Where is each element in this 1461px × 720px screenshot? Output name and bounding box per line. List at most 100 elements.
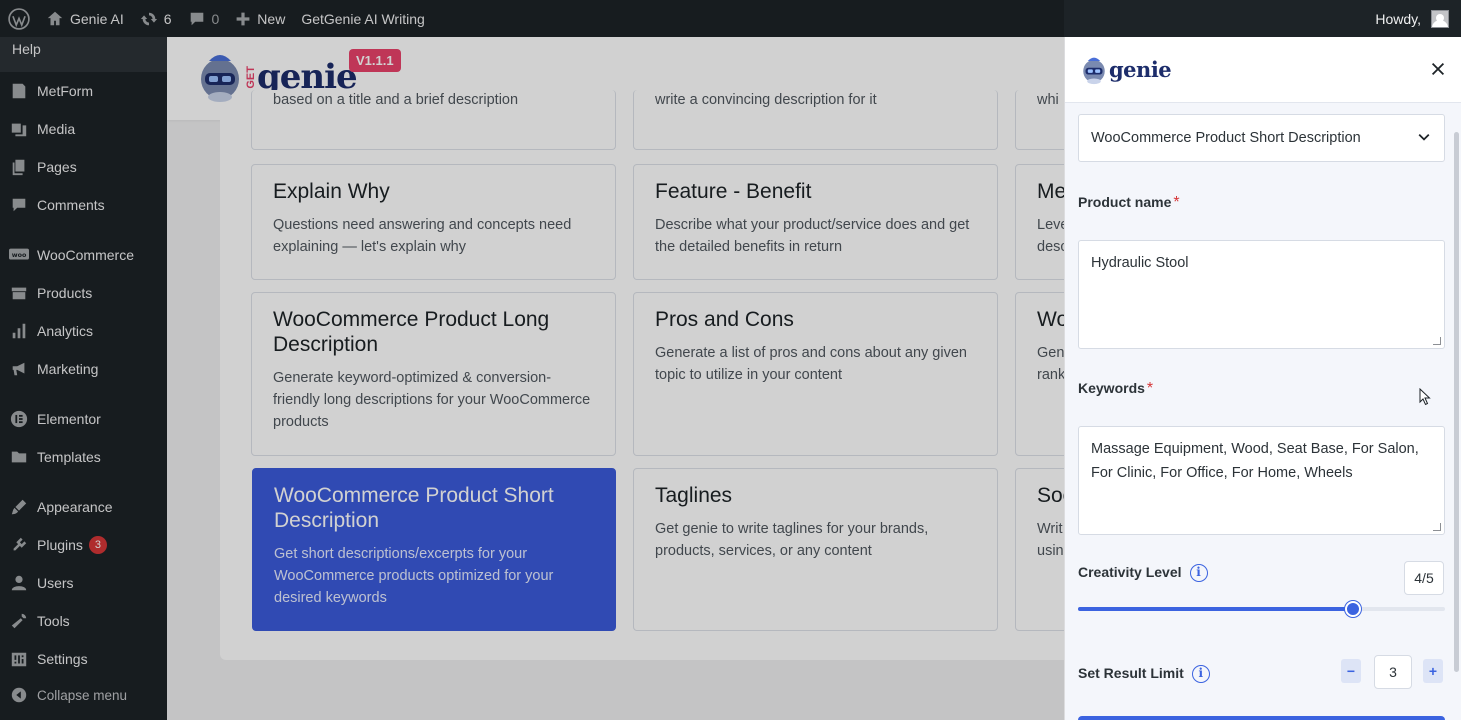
genie-mascot-icon xyxy=(201,55,239,102)
template-card-partial[interactable]: write a convincing description for it xyxy=(633,90,998,150)
wordpress-icon xyxy=(8,7,30,30)
field-label: Creativity Level xyxy=(1078,564,1182,581)
card-desc: Get genie to write taglines for your bra… xyxy=(655,521,929,559)
template-select-value: WooCommerce Product Short Description xyxy=(1091,130,1361,146)
sidebar-item-label: Media xyxy=(37,121,76,137)
panel-form: WooCommerce Product Short Description Pr… xyxy=(1065,103,1461,535)
sidebar-item-marketing[interactable]: Marketing xyxy=(0,352,167,386)
creativity-slider[interactable] xyxy=(1078,601,1445,617)
template-card-woo-short-description[interactable]: WooCommerce Product Short Description Ge… xyxy=(252,468,616,631)
field-label: Product name xyxy=(1078,194,1172,210)
card-desc: Leve desc xyxy=(1037,217,1069,255)
sidebar-item-media[interactable]: Media xyxy=(0,112,167,146)
sidebar-item-pages[interactable]: Pages xyxy=(0,150,167,184)
increment-button[interactable]: + xyxy=(1423,659,1443,683)
card-title: WooCommerce Product Short Description xyxy=(274,484,554,532)
sidebar-item-analytics[interactable]: Analytics xyxy=(0,314,167,348)
template-card-woo-long-description[interactable]: WooCommerce Product Long Description Gen… xyxy=(251,292,616,456)
decrement-button[interactable]: − xyxy=(1341,659,1361,683)
new-label: New xyxy=(257,10,286,27)
wordpress-logo-button[interactable] xyxy=(0,0,38,37)
template-card-taglines[interactable]: Taglines Get genie to write taglines for… xyxy=(633,468,998,631)
card-desc: Describe what your product/service does … xyxy=(655,217,970,255)
card-desc: Generate a list of pros and cons about a… xyxy=(655,345,967,383)
logo-prefix: GET xyxy=(245,65,257,89)
info-icon[interactable]: i xyxy=(1191,665,1210,683)
updates-link[interactable]: 6 xyxy=(132,0,180,37)
result-limit-input[interactable]: 3 xyxy=(1374,655,1412,689)
sidebar-item-users[interactable]: Users xyxy=(0,566,167,600)
resize-handle[interactable] xyxy=(1433,337,1441,345)
new-content-link[interactable]: New xyxy=(227,0,293,37)
template-select[interactable]: WooCommerce Product Short Description xyxy=(1078,114,1445,162)
comments-icon xyxy=(9,195,29,215)
sidebar-item-templates[interactable]: Templates xyxy=(0,440,167,474)
result-limit-label: Set Result Limit i xyxy=(1078,665,1210,683)
admin-sidebar: Help MetForm Media Pages Comments woo Wo… xyxy=(0,37,167,720)
resize-handle[interactable] xyxy=(1433,523,1441,531)
product-name-field[interactable]: Hydraulic Stool xyxy=(1078,240,1445,349)
required-mark: * xyxy=(1146,380,1154,397)
keywords-label: Keywords * xyxy=(1078,380,1444,398)
template-card-pros-cons[interactable]: Pros and Cons Generate a list of pros an… xyxy=(633,292,998,456)
card-title: WooCommerce Product Long Description xyxy=(273,308,550,356)
template-card-partial[interactable]: based on a title and a brief description xyxy=(251,90,616,150)
product-name-value: Hydraulic Stool xyxy=(1091,255,1189,271)
genie-writer-panel: genie WooCommerce Product Short Descript… xyxy=(1064,37,1461,720)
keywords-field[interactable]: Massage Equipment, Wood, Seat Base, For … xyxy=(1078,426,1445,535)
settings-icon xyxy=(9,649,29,669)
metform-icon xyxy=(9,81,29,101)
sidebar-item-elementor[interactable]: Elementor xyxy=(0,402,167,436)
plus-icon xyxy=(236,12,250,25)
generate-button[interactable] xyxy=(1078,716,1445,720)
creativity-value: 4/5 xyxy=(1404,561,1444,595)
site-name-link[interactable]: Genie AI xyxy=(38,0,132,37)
sidebar-item-tools[interactable]: Tools xyxy=(0,604,167,638)
mouse-cursor-icon xyxy=(1419,388,1431,406)
template-card-feature-benefit[interactable]: Feature - Benefit Describe what your pro… xyxy=(633,164,998,280)
getgenie-label: GetGenie AI Writing xyxy=(301,10,425,27)
media-icon xyxy=(9,119,29,139)
sidebar-item-products[interactable]: Products xyxy=(0,276,167,310)
sidebar-item-appearance[interactable]: Appearance xyxy=(0,490,167,524)
product-name-label: Product name * xyxy=(1078,194,1444,212)
sidebar-item-metform[interactable]: MetForm xyxy=(0,74,167,108)
sidebar-item-comments[interactable]: Comments xyxy=(0,188,167,222)
card-desc: Get short descriptions/excerpts for your… xyxy=(274,546,554,606)
plugins-update-badge: 3 xyxy=(88,536,107,554)
sidebar-item-label: Collapse menu xyxy=(37,687,128,703)
sidebar-item-label: Comments xyxy=(37,197,105,213)
keywords-value: Massage Equipment, Wood, Seat Base, For … xyxy=(1091,441,1419,481)
field-label: Keywords xyxy=(1078,380,1145,396)
comments-link[interactable]: 0 xyxy=(180,0,228,37)
collapse-menu-button[interactable]: Collapse menu xyxy=(0,678,167,712)
pages-icon xyxy=(9,157,29,177)
version-badge: V1.1.1 xyxy=(349,49,401,72)
sidebar-item-label: Elementor xyxy=(37,411,101,427)
products-icon xyxy=(9,283,29,303)
slider-thumb[interactable] xyxy=(1345,601,1362,617)
getgenie-link[interactable]: GetGenie AI Writing xyxy=(293,0,432,37)
my-account[interactable]: Howdy, xyxy=(1375,9,1461,28)
card-title: Pros and Cons xyxy=(655,308,794,331)
sidebar-item-label: WooCommerce xyxy=(37,247,134,263)
sidebar-item-label: Plugins xyxy=(37,537,83,553)
howdy-text: Howdy, xyxy=(1375,10,1421,27)
template-card-explain-why[interactable]: Explain Why Questions need answering and… xyxy=(251,164,616,280)
analytics-icon xyxy=(9,321,29,341)
comments-count: 0 xyxy=(211,10,220,27)
card-desc: Questions need answering and concepts ne… xyxy=(273,217,572,255)
sidebar-item-plugins[interactable]: Plugins 3 xyxy=(0,528,167,562)
panel-scrollbar[interactable] xyxy=(1454,132,1459,672)
sidebar-item-label: Marketing xyxy=(37,361,99,377)
admin-bar: Genie AI 6 0 New GetGenie AI Writing How… xyxy=(0,0,1461,37)
sidebar-item-settings[interactable]: Settings xyxy=(0,642,167,676)
card-title: Taglines xyxy=(655,484,733,507)
sidebar-item-woocommerce[interactable]: woo WooCommerce xyxy=(0,238,167,272)
tools-icon xyxy=(9,611,29,631)
sidebar-item-help[interactable]: Help xyxy=(0,37,167,72)
info-icon[interactable]: i xyxy=(1189,564,1208,582)
card-title: Explain Why xyxy=(273,180,390,203)
close-icon[interactable] xyxy=(1429,60,1447,78)
users-icon xyxy=(9,573,29,593)
